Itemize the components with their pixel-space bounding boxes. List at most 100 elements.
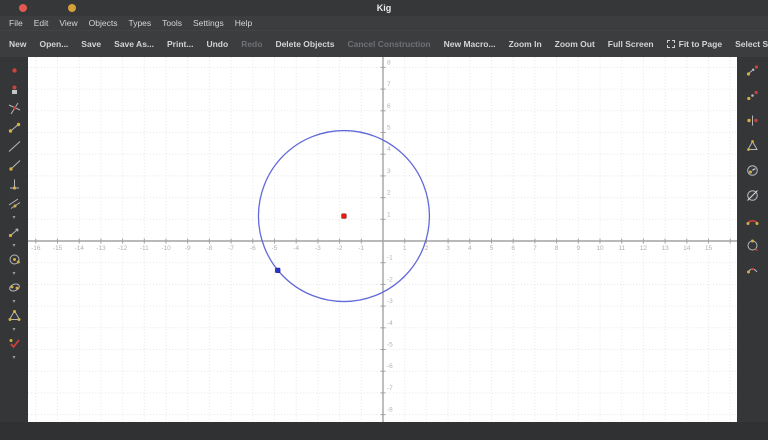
menu-item-objects[interactable]: Objects [89,18,118,28]
test-icon [8,337,21,353]
toolbar-button-delete-objects[interactable]: Delete Objects [275,39,334,49]
chevron-down-icon[interactable]: ▾ [12,355,15,361]
arc-icon [746,214,759,230]
tool-vector[interactable] [6,225,22,240]
toolbar-button-open[interactable]: Open... [39,39,68,49]
y-tick-label: 8 [387,59,391,66]
toolbar-button-fit-to-page[interactable]: Fit to Page [666,39,722,49]
x-tick-label: 2 [425,245,429,252]
x-tick-label: -10 [161,245,171,252]
tool-axial-reflection[interactable] [745,114,761,129]
x-tick-label: -1 [358,245,364,252]
polygon-icon [8,309,21,325]
tool-circle[interactable] [6,253,22,268]
vector-icon [8,225,21,241]
x-tick-label: -3 [315,245,321,252]
toolbar-button-new[interactable]: New [9,39,26,49]
geometry-point-on-circle[interactable] [275,267,281,273]
toolbar-button-new-macro[interactable]: New Macro... [444,39,496,49]
x-tick-label: -11 [140,245,149,252]
toolbar-button-undo[interactable]: Undo [206,39,228,49]
x-tick-label: 11 [618,245,625,252]
perpendicular-line-icon [8,178,21,194]
toolbar-button-zoom-in[interactable]: Zoom In [509,39,542,49]
x-tick-label: -6 [250,245,256,252]
rotation-icon [746,239,759,255]
menu-item-view[interactable]: View [59,18,77,28]
menu-item-settings[interactable]: Settings [193,18,224,28]
point-icon [8,64,21,80]
chevron-down-icon[interactable]: ▾ [12,243,15,249]
y-tick-label: 6 [387,103,391,110]
tool-point-by-coordinates[interactable] [6,83,22,98]
geometry-center-point[interactable] [341,213,347,219]
menu-item-types[interactable]: Types [128,18,151,28]
y-tick-label: 3 [387,168,391,175]
x-tick-label: 14 [683,245,691,252]
tool-inversion[interactable] [745,164,761,179]
x-tick-label: -12 [118,245,128,252]
tool-test[interactable] [6,337,22,352]
toolbar-button-full-screen[interactable]: Full Screen [608,39,654,49]
tool-line[interactable] [6,140,22,155]
x-tick-label: -13 [96,245,106,252]
tool-projective-rotation[interactable] [745,264,761,279]
x-tick-label: 7 [533,245,537,252]
x-tick-label: 6 [511,245,515,252]
y-tick-label: -5 [387,342,393,349]
tool-point-reflection[interactable] [745,89,761,104]
toolbar-button-select-shown-area[interactable]: Select Shown Area [735,39,768,49]
x-tick-label: 10 [596,245,604,252]
x-tick-label: 15 [705,245,713,252]
fit-to-page-icon [666,40,675,48]
tool-perpendicular-line[interactable] [6,178,22,193]
tool-ray[interactable] [6,159,22,174]
toolbar-button-redo: Redo [241,39,263,49]
chevron-down-icon[interactable]: ▾ [12,215,15,221]
tool-arc[interactable] [745,214,761,229]
menu-bar: File Edit View Objects Types Tools Settings Hel… [0,16,768,30]
tool-conic[interactable] [6,281,22,296]
tool-segment[interactable] [6,121,22,136]
tool-similarity[interactable] [745,139,761,154]
tool-point[interactable] [6,64,22,79]
y-tick-label: -2 [387,276,393,283]
chevron-down-icon[interactable]: ▾ [12,271,15,277]
toolbar-button-zoom-out[interactable]: Zoom Out [555,39,595,49]
geometry-canvas-area[interactable]: -16 -15 -14 -13 -12 -11 -10 -9 -8 -7 -6 -5 -4 -3 -2 -1 1… [28,57,737,422]
x-tick-label: 3 [446,245,450,252]
axial-reflection-icon [746,114,759,130]
x-tick-label: -7 [228,245,234,252]
menu-item-help[interactable]: Help [235,18,252,28]
intersection-icon [8,102,21,118]
toolbar-button-cancel-construction: Cancel Construction [347,39,431,49]
point-by-coordinates-icon [8,83,21,99]
toolbar-button-save[interactable]: Save [81,39,101,49]
toolbar-button-save-as[interactable]: Save As... [114,39,154,49]
toolbar-button-print[interactable]: Print... [167,39,193,49]
x-tick-label: 5 [490,245,494,252]
ray-icon [8,159,21,175]
tool-intersection[interactable] [6,102,22,117]
x-tick-label: 8 [555,245,559,252]
window-title: Kig [376,3,392,13]
tool-translate[interactable] [745,64,761,79]
chevron-down-icon[interactable]: ▾ [12,299,15,305]
geometry-canvas[interactable]: -16 -15 -14 -13 -12 -11 -10 -9 -8 -7 -6 -5 -4 -3 -2 -1 1… [28,57,737,422]
chevron-down-icon[interactable]: ▾ [12,327,15,333]
y-tick-label: -1 [387,255,393,262]
y-tick-label: -6 [387,363,393,370]
y-tick-label: 2 [387,190,391,197]
x-tick-label: -15 [53,245,63,252]
tool-rotation[interactable] [745,239,761,254]
menu-item-edit[interactable]: Edit [34,18,49,28]
tool-generic-map[interactable] [745,189,761,204]
tool-parallel-line[interactable] [6,197,22,212]
circle-icon [8,253,21,269]
segment-icon [8,121,21,137]
projective-rotation-icon [746,264,759,280]
tool-polygon[interactable] [6,309,22,324]
menu-item-file[interactable]: File [9,18,23,28]
menu-item-tools[interactable]: Tools [162,18,182,28]
x-tick-label: -5 [272,245,278,252]
